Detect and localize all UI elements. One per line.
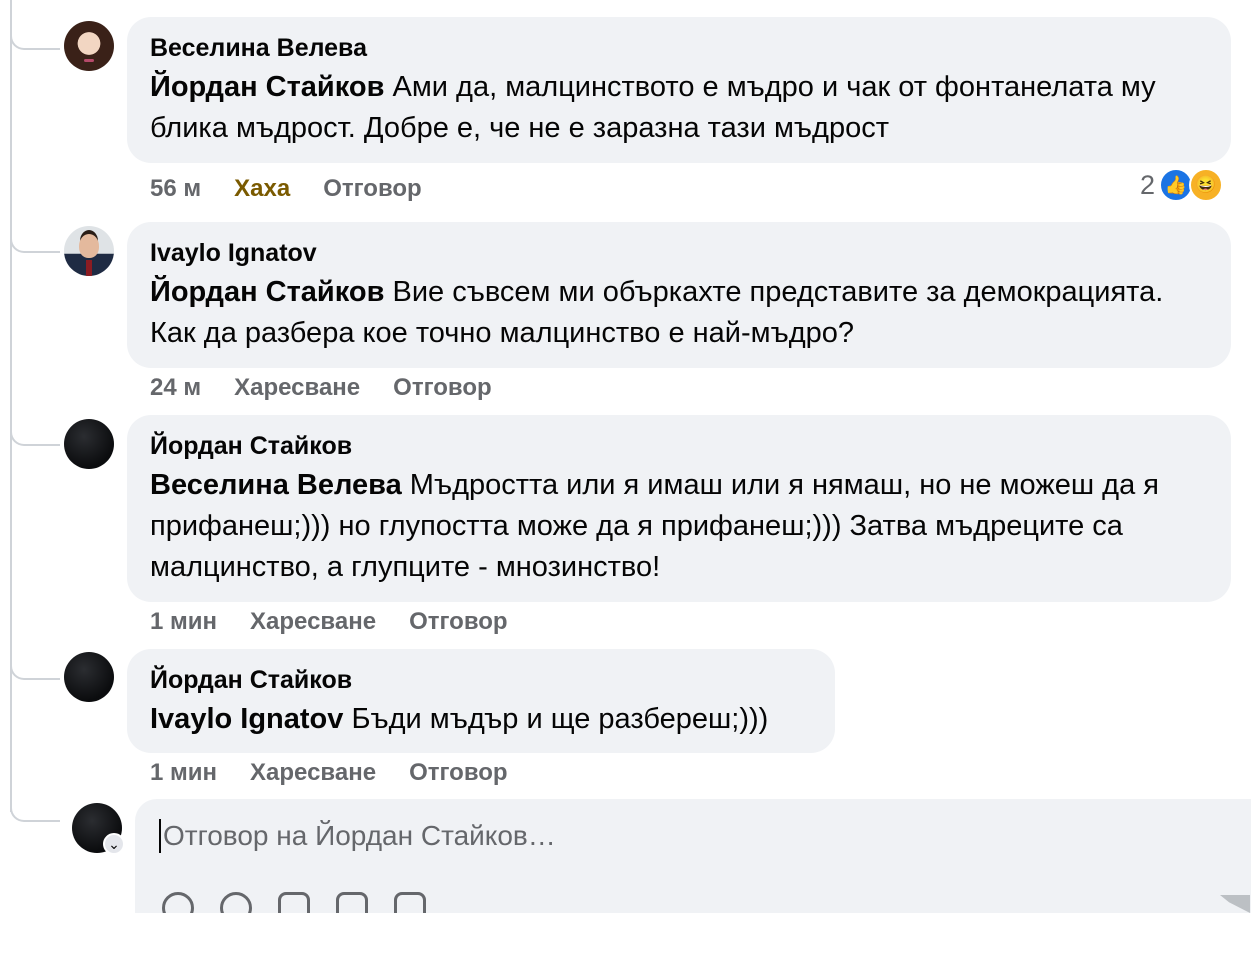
comment-author[interactable]: Веселина Велева <box>150 33 1207 63</box>
reply-button[interactable]: Отговор <box>393 374 492 402</box>
reaction-summary[interactable]: 2 👍 😆 <box>1140 168 1223 202</box>
comment-bubble: Йордан Стайков Ivaylo Ignatov Бъди мъдър… <box>127 649 835 753</box>
thread-connector <box>10 794 60 822</box>
comment-time[interactable]: 56 м <box>150 175 201 203</box>
comment-actions: 1 мин Харесване Отговор <box>150 759 508 787</box>
comment-time[interactable]: 1 мин <box>150 608 217 636</box>
avatar-sticker-icon[interactable] <box>162 892 194 913</box>
mention-link[interactable]: Йордан Стайков <box>150 276 384 308</box>
haha-reaction-icon: 😆 <box>1189 168 1223 202</box>
comment-time[interactable]: 24 м <box>150 374 201 402</box>
sticker-icon[interactable] <box>394 892 426 913</box>
comment-bubble: Йордан Стайков Веселина Велева Мъдростта… <box>127 415 1231 602</box>
haha-button[interactable]: Хаха <box>234 175 290 203</box>
thread-connector <box>10 418 60 446</box>
comment-text: Йордан Стайков Вие съвсем ми объркахте п… <box>150 272 1207 354</box>
chevron-down-icon[interactable]: ⌄ <box>103 833 125 855</box>
comment-text: Веселина Велева Мъдростта или я имаш или… <box>150 465 1207 588</box>
avatar[interactable] <box>64 226 114 276</box>
emoji-icon[interactable] <box>220 892 252 913</box>
comment-author[interactable]: Йордан Стайков <box>150 431 1207 461</box>
comment-author[interactable]: Йордан Стайков <box>150 665 811 695</box>
comment-actions: 56 м Хаха Отговор <box>150 175 422 203</box>
gif-icon[interactable] <box>336 892 368 913</box>
comment-time[interactable]: 1 мин <box>150 759 217 787</box>
thread-connector <box>10 652 60 680</box>
comment-text: Ivaylo Ignatov Бъди мъдър и ще разбереш;… <box>150 699 811 740</box>
reaction-count: 2 <box>1139 169 1155 200</box>
comment-actions: 1 мин Харесване Отговор <box>150 608 508 636</box>
mention-link[interactable]: Ivaylo Ignatov <box>150 703 343 735</box>
comment-body: Бъди мъдър и ще разбереш;))) <box>351 703 769 735</box>
comment-text: Йордан Стайков Ами да, малцинството е мъ… <box>150 67 1207 149</box>
reply-button[interactable]: Отговор <box>323 175 422 203</box>
camera-icon[interactable] <box>278 892 310 913</box>
avatar[interactable] <box>64 21 114 71</box>
comment-bubble: Веселина Велева Йордан Стайков Ами да, м… <box>127 17 1231 163</box>
avatar[interactable] <box>64 419 114 469</box>
thread-connector <box>10 22 60 50</box>
comment-bubble: Ivaylo Ignatov Йордан Стайков Вие съвсем… <box>127 222 1231 368</box>
thread-line <box>10 0 12 812</box>
like-button[interactable]: Харесване <box>234 374 360 402</box>
thread-connector <box>10 225 60 253</box>
avatar[interactable] <box>64 652 114 702</box>
composer-toolbar <box>150 888 450 913</box>
mention-link[interactable]: Йордан Стайков <box>150 71 384 103</box>
like-reaction-icon: 👍 <box>1159 168 1193 202</box>
mention-link[interactable]: Веселина Велева <box>150 469 402 501</box>
like-button[interactable]: Харесване <box>250 759 376 787</box>
comment-actions: 24 м Харесване Отговор <box>150 374 492 402</box>
reply-input[interactable] <box>159 819 1237 853</box>
comment-author[interactable]: Ivaylo Ignatov <box>150 238 1207 268</box>
like-button[interactable]: Харесване <box>250 608 376 636</box>
reply-button[interactable]: Отговор <box>409 608 508 636</box>
reply-button[interactable]: Отговор <box>409 759 508 787</box>
